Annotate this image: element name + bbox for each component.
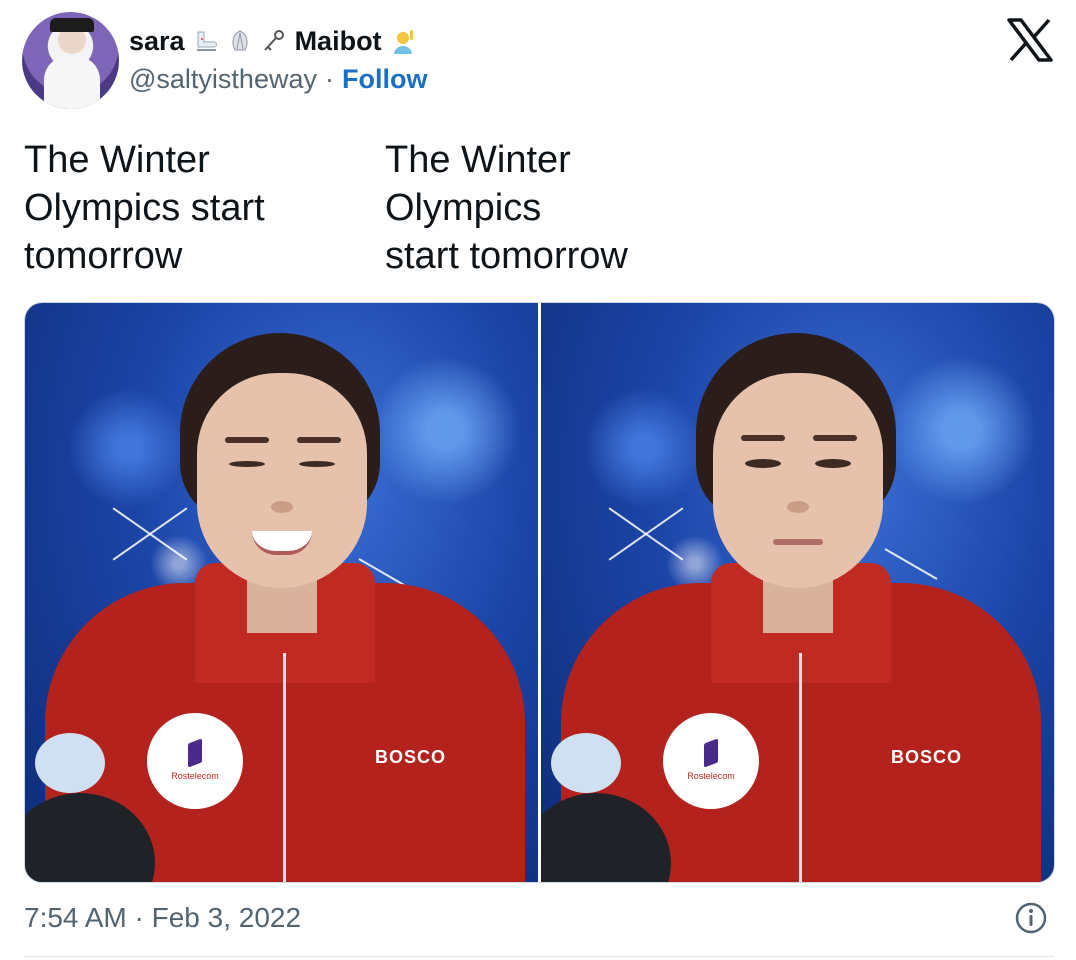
divider (24, 956, 1054, 957)
brow (813, 435, 857, 441)
avatar[interactable] (22, 12, 119, 109)
tweet-text-left: The Winter Olympics start tomorrow (24, 139, 265, 277)
sponsor-badge: Rostelecom (663, 713, 759, 809)
rostelecom-logo-icon (188, 738, 202, 768)
handle-row: @saltyistheway · Follow (129, 64, 427, 95)
tweet-timestamp[interactable]: 7:54 AM · Feb 3, 2022 (24, 902, 301, 934)
person-raising-hand-icon (393, 30, 413, 54)
avatar-body (44, 56, 100, 109)
sleeve-patch (551, 733, 621, 793)
sponsor-badge: Rostelecom (147, 713, 243, 809)
face (713, 373, 883, 588)
brand-text: BOSCO (891, 747, 963, 767)
zipper (799, 653, 802, 882)
display-name[interactable]: sara (129, 26, 185, 57)
smiling-mouth (252, 531, 312, 555)
ice-skate-icon (196, 31, 217, 51)
badge-text: Rostelecom (171, 771, 219, 781)
sleeve-patch (35, 733, 105, 793)
rostelecom-logo-icon (704, 738, 718, 768)
info-icon[interactable] (1014, 901, 1048, 935)
eye (745, 459, 781, 468)
brand-text: BOSCO (375, 747, 447, 767)
neutral-mouth (773, 539, 823, 545)
face (197, 373, 367, 588)
tweet-text-right: The Winter Olympics start tomorrow (385, 139, 628, 277)
separator-dot: · (324, 64, 334, 94)
zipper (283, 653, 286, 882)
eye (229, 461, 265, 467)
eye (815, 459, 851, 468)
shell-icon (232, 30, 248, 51)
avatar-hat (50, 18, 94, 32)
follow-button[interactable]: Follow (342, 64, 427, 95)
brow (225, 437, 269, 443)
x-logo-icon[interactable] (1005, 18, 1055, 62)
nose (271, 501, 293, 513)
brow (297, 437, 341, 443)
brow (741, 435, 785, 441)
key-icon (263, 30, 284, 51)
badge-text: Rostelecom (687, 771, 735, 781)
user-handle[interactable]: @saltyistheway (129, 64, 317, 95)
user-name-row[interactable]: sara Maibot (129, 22, 416, 60)
media-grid[interactable]: Rostelecom BOSCO Rostelecom BOSCO (24, 302, 1055, 883)
media-image-right[interactable]: Rostelecom BOSCO (541, 303, 1054, 882)
display-name-suffix[interactable]: Maibot (295, 26, 382, 57)
media-image-left[interactable]: Rostelecom BOSCO (25, 303, 538, 882)
sparkle (884, 548, 938, 580)
nose (787, 501, 809, 513)
eye (299, 461, 335, 467)
